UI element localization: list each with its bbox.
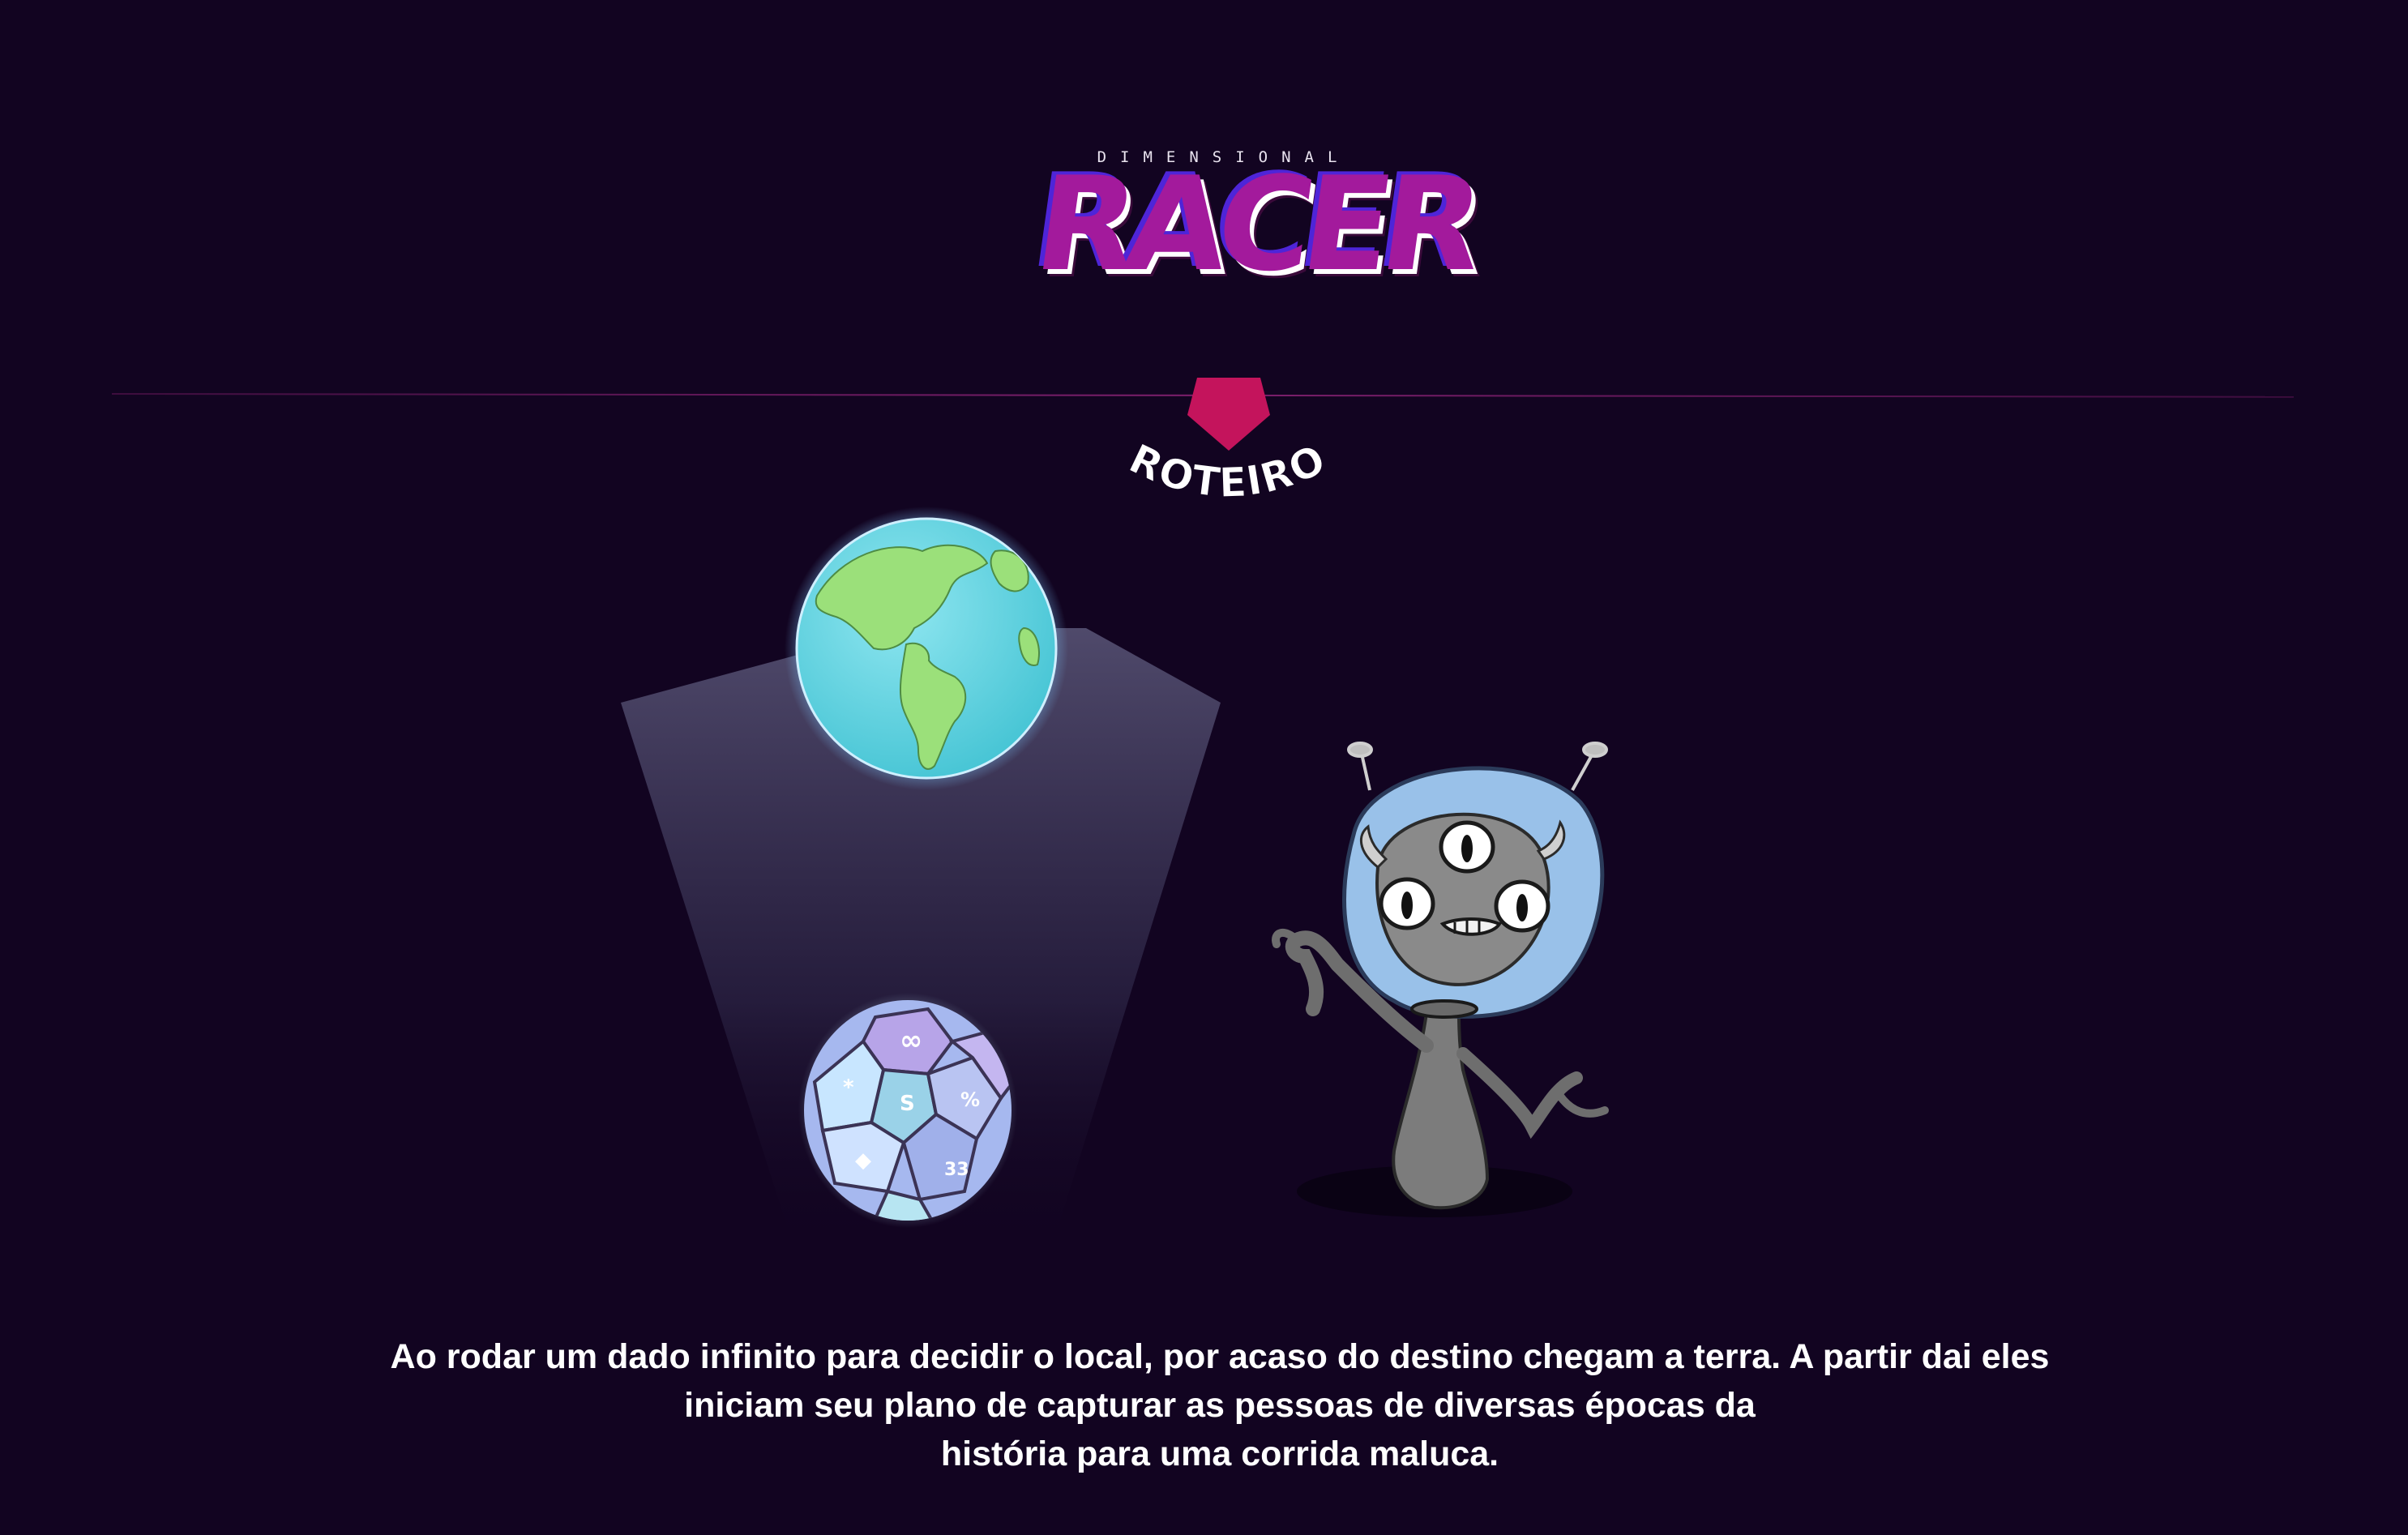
svg-text:%: % — [960, 1088, 980, 1111]
svg-text:◆: ◆ — [855, 1148, 871, 1173]
caption-line-3: história para uma corrida maluca. — [940, 1435, 1499, 1473]
svg-text:ROTEIRO: ROTEIRO — [1122, 435, 1333, 507]
section-title-text: ROTEIRO — [1122, 434, 1332, 507]
svg-text:*: * — [843, 1075, 854, 1100]
story-caption: Ao rodar um dado infinito para decidir o… — [162, 1332, 2278, 1478]
infinite-dice-icon: ∞ S * % ◆ 33 — [798, 993, 1017, 1228]
logo: DIMENSIONAL RACER — [1027, 142, 1483, 328]
caption-line-2: iniciam seu plano de capturar as pessoas… — [684, 1386, 1756, 1425]
logo-title: RACER — [1026, 148, 1484, 300]
svg-text:∞: ∞ — [900, 1024, 922, 1057]
svg-text:S: S — [900, 1092, 915, 1116]
caption-line-1: Ao rodar um dado infinito para decidir o… — [390, 1337, 2050, 1376]
section-title: ROTEIRO — [1122, 434, 1333, 507]
earth-globe — [785, 507, 1068, 790]
alien-character — [1272, 742, 1609, 1217]
svg-text:33: 33 — [944, 1160, 969, 1180]
